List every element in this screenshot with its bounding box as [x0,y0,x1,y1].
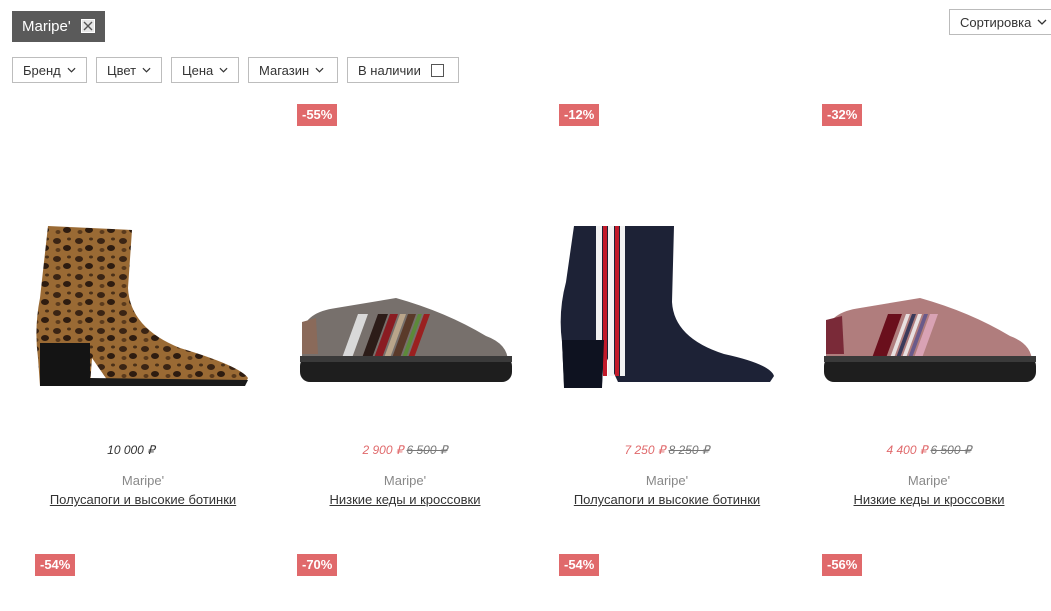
chevron-down-icon [1037,19,1047,25]
product-category-link[interactable]: Низкие кеды и кроссовки [798,492,1051,507]
discount-badge: -54% [35,554,76,576]
current-price: 4 400 ₽ [886,443,928,457]
filter-in-stock-label: В наличии [358,62,421,78]
filter-price[interactable]: Цена [171,57,239,83]
remove-filter-icon[interactable] [81,19,95,33]
product-image-grey-sneaker[interactable] [296,292,514,388]
product-brand: Maripe' [383,473,427,488]
filter-color-label: Цвет [107,62,137,78]
active-filter-chip[interactable]: Maripe' [12,11,105,42]
in-stock-checkbox[interactable] [430,63,444,77]
discount-badge: -32% [822,104,863,126]
product-brand: Maripe' [121,473,165,488]
discount-badge: -56% [822,554,863,576]
active-filter-label: Maripe' [22,18,71,35]
product-category-link[interactable]: Полусапоги и высокие ботинки [12,492,274,507]
filter-store[interactable]: Магазин [248,57,338,83]
filter-brand[interactable]: Бренд [12,57,87,83]
current-price: 10 000 ₽ [107,443,155,457]
product-price: 4 400 ₽6 500 ₽ [798,443,1051,457]
product-brand: Maripe' [645,473,689,488]
product-price: 10 000 ₽ [0,443,262,457]
product-brand: Maripe' [907,473,951,488]
old-price: 6 500 ₽ [930,443,972,457]
product-category-link[interactable]: Полусапоги и высокие ботинки [536,492,798,507]
current-price: 7 250 ₽ [624,443,666,457]
discount-badge: -55% [297,104,338,126]
product-category-link[interactable]: Низкие кеды и кроссовки [274,492,536,507]
chevron-down-icon [219,67,228,73]
discount-badge: -70% [297,554,338,576]
product-image-pink-sneaker[interactable] [820,292,1038,388]
filter-color[interactable]: Цвет [96,57,162,83]
discount-badge: -54% [559,554,600,576]
product-image-leopard-boot[interactable] [30,218,255,388]
sort-label: Сортировка [960,14,1032,30]
filter-in-stock[interactable]: В наличии [347,57,459,83]
chevron-down-icon [67,67,76,73]
chevron-down-icon [315,67,324,73]
current-price: 2 900 ₽ [362,443,404,457]
filter-brand-label: Бренд [23,62,61,78]
product-price: 7 250 ₽8 250 ₽ [536,443,798,457]
product-price: 2 900 ₽6 500 ₽ [274,443,536,457]
filter-price-label: Цена [182,62,214,78]
chevron-down-icon [142,67,151,73]
old-price: 6 500 ₽ [406,443,448,457]
product-image-navy-boot[interactable] [556,222,776,390]
filter-store-label: Магазин [259,62,310,78]
discount-badge: -12% [559,104,600,126]
old-price: 8 250 ₽ [668,443,710,457]
sort-dropdown[interactable]: Сортировка [949,9,1051,35]
